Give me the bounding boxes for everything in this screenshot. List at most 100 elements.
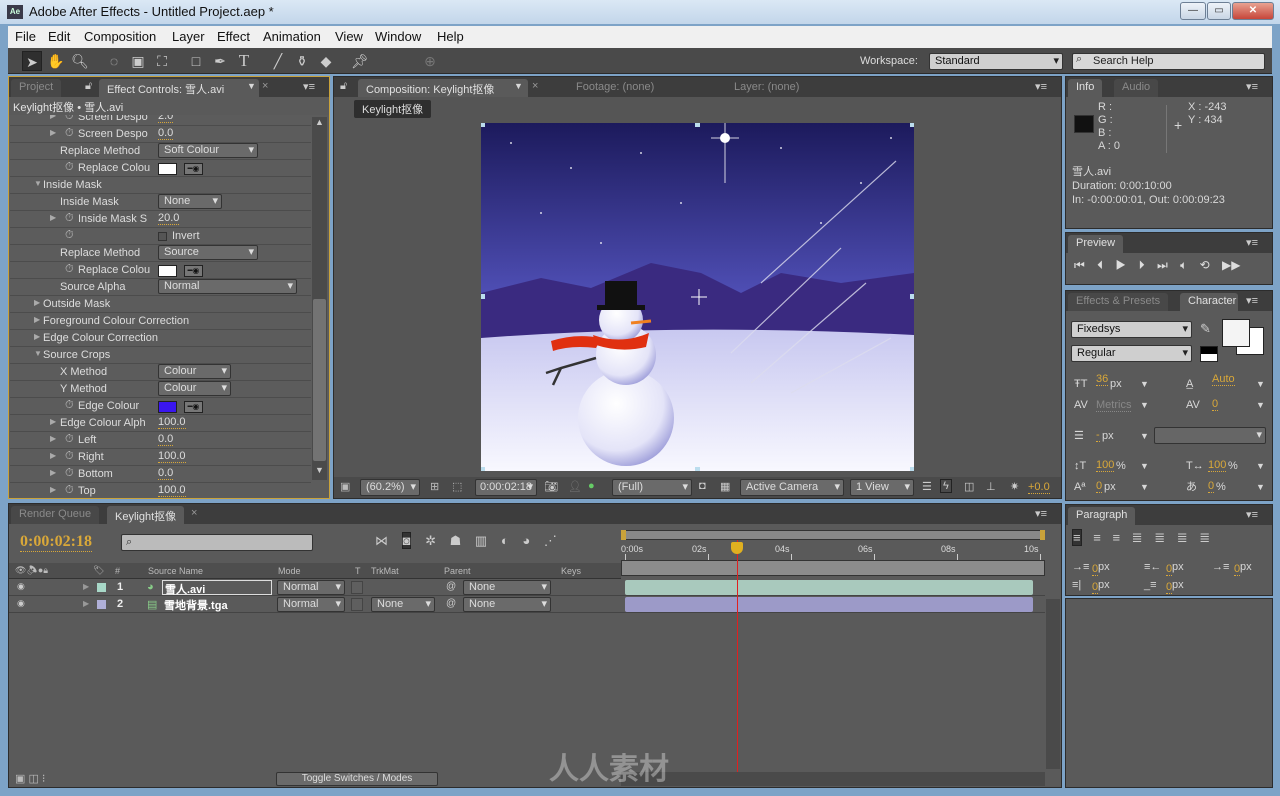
layer-name[interactable]: 雪人.avi (162, 580, 272, 596)
twirl-right-icon[interactable]: ▶ (83, 582, 89, 591)
twirl-right-icon[interactable]: ▶ (34, 298, 40, 307)
column-keys[interactable]: Keys (561, 566, 581, 576)
play-icon[interactable]: ▶ (1116, 258, 1127, 272)
effect-property-row[interactable]: Replace Method Source (10, 245, 311, 262)
scrollbar[interactable]: ▲ ▼ (312, 117, 327, 480)
mode-select[interactable]: Normal (277, 597, 345, 612)
effect-property-row[interactable]: Y Method Colour (10, 381, 311, 398)
effect-property-row[interactable]: ▶ ⏱︎ Inside Mask S 20.0 (10, 211, 311, 228)
stopwatch-icon[interactable]: ⏱︎ (65, 467, 74, 480)
view-layout-select[interactable]: 1 View (850, 479, 914, 496)
justify-right-icon[interactable]: ≣ (1177, 530, 1188, 545)
menu-window[interactable]: Window (375, 29, 421, 44)
property-value[interactable]: 20.0 (158, 213, 180, 225)
panel-menu-icon[interactable]: ▾≡ (1246, 236, 1258, 249)
close-button[interactable]: ✕ (1232, 2, 1274, 20)
effect-property-row[interactable]: ▶ ⏱︎ Screen Despo 2.0 (10, 115, 311, 126)
composition-viewer[interactable] (481, 123, 914, 471)
twirl-right-icon[interactable]: ▶ (34, 315, 40, 324)
maximize-button[interactable]: ▭ (1207, 2, 1231, 20)
twirl-right-icon[interactable]: ▶ (50, 128, 56, 137)
search-help-input[interactable]: Search Help (1072, 53, 1265, 70)
effect-property-row[interactable]: ▶ ⏱︎ Bottom 0.0 (10, 466, 311, 483)
horizontal-scrollbar[interactable] (621, 772, 1045, 786)
current-time-display[interactable]: 0:00:02:18 (475, 479, 537, 496)
live-update-icon[interactable]: ◙ (401, 532, 412, 549)
toggle-switches-modes-button[interactable]: Toggle Switches / Modes (276, 772, 438, 786)
menu-animation[interactable]: Animation (263, 29, 321, 44)
comp-mini-flowchart-icon[interactable]: ⋈ (375, 533, 388, 548)
eyedropper-icon[interactable]: ━◉ (184, 401, 203, 413)
justify-center-icon[interactable]: ≣ (1154, 530, 1165, 545)
invert-checkbox[interactable] (158, 232, 167, 241)
twirl-right-icon[interactable]: ▶ (34, 332, 40, 341)
panel-menu-icon[interactable]: ▾≡ (1246, 80, 1258, 93)
lock-icon[interactable]: 🔓︎ (85, 80, 92, 93)
effect-property-row[interactable]: ▶ ⏱︎ Left 0.0 (10, 432, 311, 449)
layer-row[interactable]: ◉ ▶ 2 ▤ 雪地背景.tga Normal None @ None (9, 596, 1045, 613)
align-right-icon[interactable]: ≡ (1112, 530, 1120, 545)
tab-project[interactable]: Project (11, 79, 62, 97)
timeline-bottom-icons[interactable]: ▣ ◫ ⁝ (15, 772, 45, 785)
stopwatch-icon[interactable]: ⏱︎ (65, 399, 74, 412)
menu-file[interactable]: File (15, 29, 36, 44)
stopwatch-icon[interactable]: ⏱︎ (65, 433, 74, 446)
twirl-right-icon[interactable]: ▶ (83, 599, 89, 608)
clone-stamp-tool-icon[interactable]: ⚱ (292, 51, 312, 71)
time-ruler[interactable]: 0:00s 02s 04s 06s 08s 10s (621, 540, 1045, 560)
panel-menu-icon[interactable]: ▾≡ (1246, 294, 1258, 307)
flowchart-icon[interactable]: ⊥ (986, 480, 996, 493)
mode-select[interactable]: Normal (277, 580, 345, 595)
effect-property-row[interactable]: ▶ Edge Colour Correction (10, 330, 311, 347)
effect-property-row[interactable]: ⏱︎ Replace Colou ━◉ (10, 262, 311, 279)
vertical-scale-value[interactable]: 100 (1096, 460, 1115, 472)
hand-tool-icon[interactable]: ✋ (46, 51, 66, 71)
horizontal-scale-value[interactable]: 100 (1208, 460, 1227, 472)
scroll-down-icon[interactable]: ▼ (312, 465, 327, 475)
camera-tool-icon[interactable]: ▣ (128, 51, 148, 71)
work-area-start[interactable] (621, 530, 626, 540)
lock-icon[interactable]: 🔓︎ (340, 80, 347, 93)
kerning-value[interactable]: Metrics (1096, 399, 1132, 412)
effect-property-row[interactable]: ▶ Edge Colour Alph 100.0 (10, 415, 311, 432)
motion-blur-icon[interactable]: ◐ (501, 533, 509, 548)
stopwatch-icon[interactable]: ⏱︎ (65, 115, 74, 123)
close-icon[interactable]: × (532, 80, 538, 92)
rectangle-tool-icon[interactable]: □ (186, 51, 206, 71)
magnification-select[interactable]: (60.2%) (360, 479, 420, 496)
property-dropdown[interactable]: Colour (158, 381, 231, 396)
justify-left-icon[interactable]: ≣ (1132, 530, 1143, 545)
property-value[interactable]: 0.0 (158, 434, 174, 446)
tab-effect-controls[interactable]: Effect Controls: 雪人.avi (99, 79, 259, 97)
always-preview-icon[interactable]: ▣ (340, 480, 350, 493)
menu-composition[interactable]: Composition (84, 29, 156, 44)
stopwatch-icon[interactable]: ⏱︎ (65, 161, 74, 174)
eye-icon[interactable]: ◉ (17, 581, 25, 592)
brainstorm-icon[interactable]: ◕ (522, 533, 530, 548)
stroke-width-value[interactable]: - (1096, 430, 1100, 442)
channel-icon[interactable]: ● (588, 480, 595, 492)
column-t[interactable]: T (355, 566, 361, 576)
font-size-value[interactable]: 36 (1096, 374, 1109, 386)
chevron-down-icon[interactable]: ▼ (247, 81, 256, 91)
column-trkmat[interactable]: TrkMat (371, 566, 399, 576)
current-time-display[interactable]: 0:00:02:18 (20, 533, 92, 552)
rotate-tool-icon[interactable]: ◌ (104, 51, 124, 71)
property-dropdown[interactable]: Source (158, 245, 258, 260)
layer-row[interactable]: ◉ ▶ 1 ◕ 雪人.avi Normal @ None (9, 579, 1045, 596)
effect-property-row[interactable]: ▶ Outside Mask (10, 296, 311, 313)
fill-color-swatch[interactable] (1222, 319, 1250, 347)
mask-visibility-icon[interactable]: ⬚ (452, 480, 462, 493)
color-swatch[interactable] (158, 163, 177, 175)
tab-footage[interactable]: Footage: (none) (568, 79, 662, 97)
menu-layer[interactable]: Layer (172, 29, 205, 44)
pick-whip-icon[interactable]: @ (446, 598, 456, 609)
twirl-right-icon[interactable]: ▶ (50, 115, 56, 120)
effect-property-row[interactable]: ▶ Foreground Colour Correction (10, 313, 311, 330)
stopwatch-icon[interactable]: ⏱︎ (65, 127, 74, 140)
baseline-value[interactable]: 0 (1096, 481, 1103, 493)
effect-property-row[interactable]: Replace Method Soft Colour (10, 143, 311, 160)
layer-duration-bar[interactable] (625, 597, 1033, 612)
comp-navigator-button[interactable]: Keylight抠像 (354, 100, 432, 118)
panel-menu-icon[interactable]: ▾≡ (1035, 80, 1047, 93)
